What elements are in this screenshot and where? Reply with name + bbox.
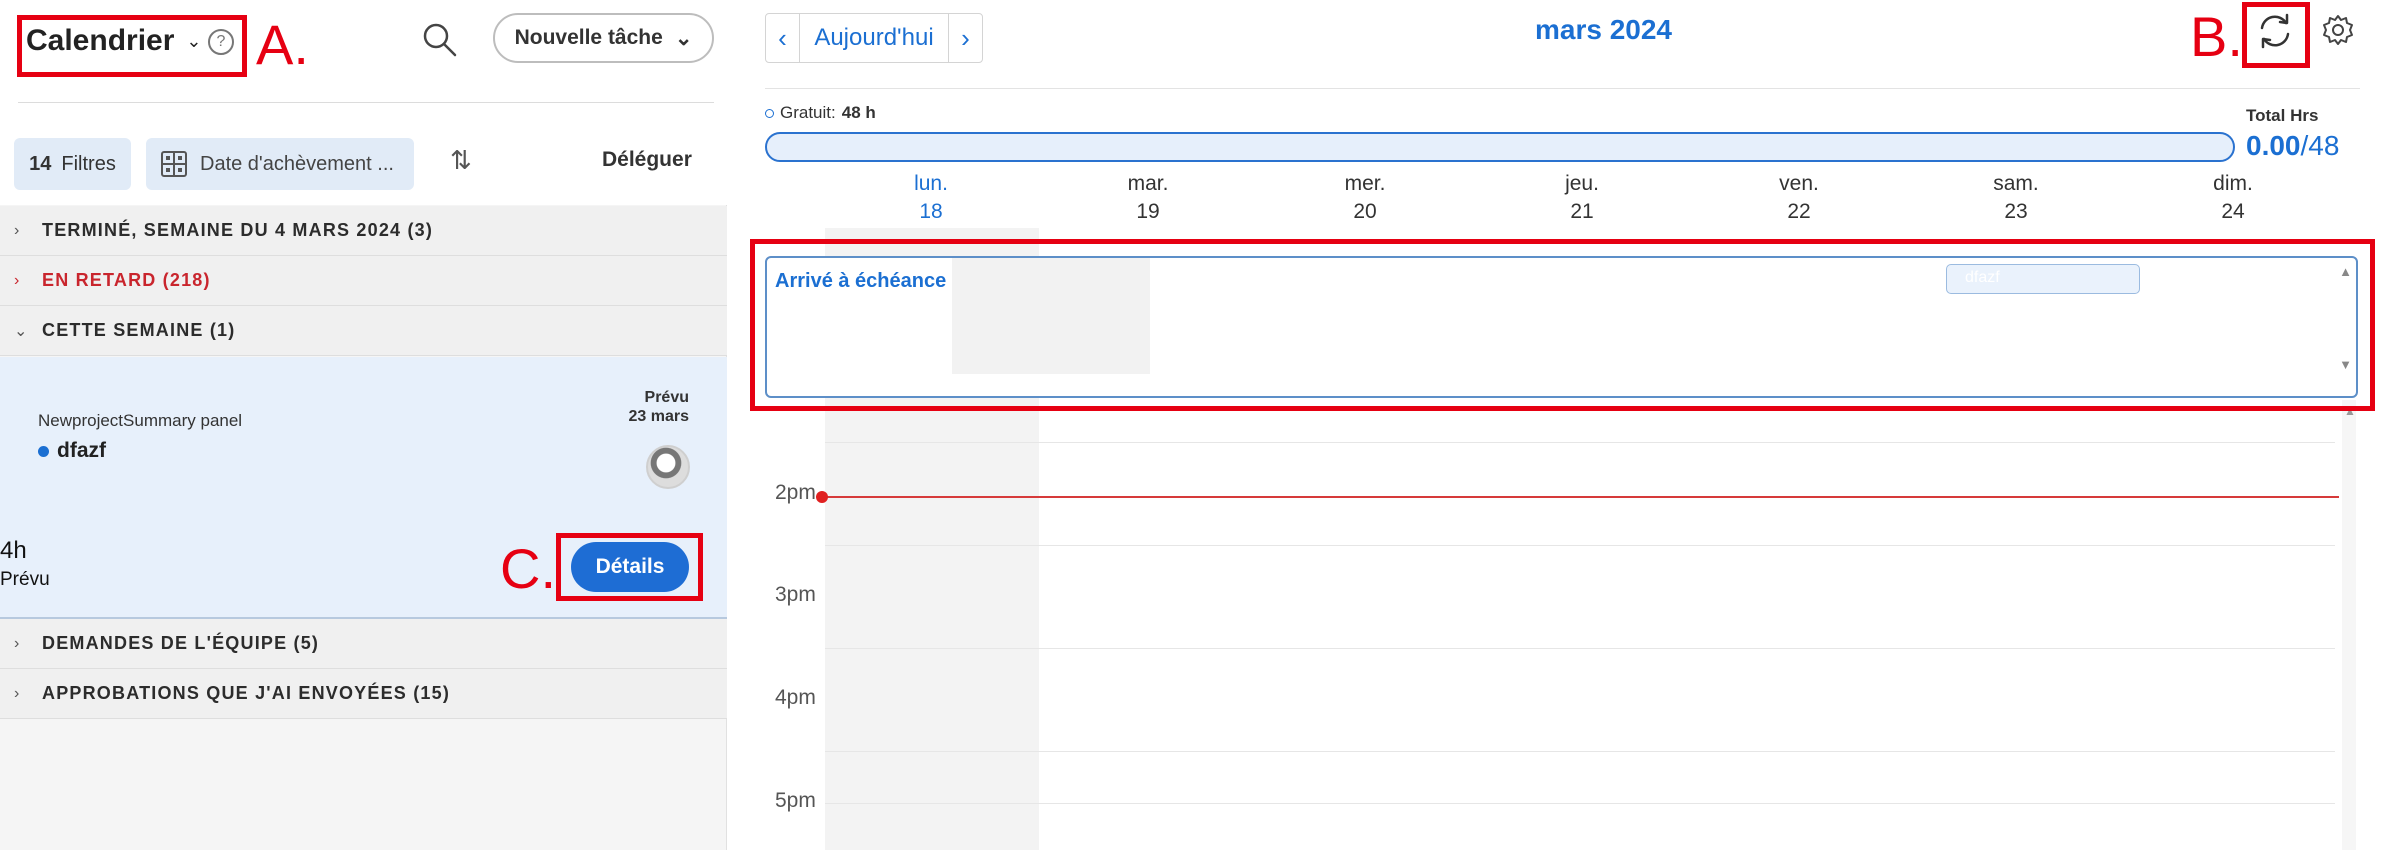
sort-field-label: Date d'achèvement ... [200, 152, 394, 175]
hour-line [825, 648, 2335, 649]
section-overdue-label: EN RETARD (218) [42, 270, 211, 290]
section-this-week[interactable]: ⌄ CETTE SEMAINE (1) [0, 306, 727, 356]
task-name-label: dfazf [57, 439, 106, 462]
capacity-text: Gratuit: [780, 103, 836, 122]
day-header-mon[interactable]: lun. 18 [823, 170, 1039, 226]
day-number: 18 [919, 200, 943, 223]
chevron-down-icon: ⌄ [674, 26, 693, 50]
section-overdue[interactable]: › EN RETARD (218) [0, 256, 727, 306]
section-team-requests[interactable]: › DEMANDES DE L'ÉQUIPE (5) [0, 619, 727, 669]
planned-hours: 4h [0, 537, 27, 564]
hour-label: 5pm [775, 789, 816, 812]
total-hrs-value: 0.00/48 [2246, 130, 2339, 162]
day-name: jeu. [1565, 172, 1599, 195]
day-name: mer. [1344, 172, 1386, 195]
header-divider [765, 88, 2360, 89]
day-header-fri[interactable]: ven. 22 [1691, 170, 1907, 226]
total-hrs-label: Total Hrs [2246, 106, 2319, 125]
status-dot-icon [38, 445, 49, 457]
day-header-thu[interactable]: jeu. 21 [1474, 170, 1690, 226]
day-name: sam. [1993, 172, 2039, 195]
day-number: 21 [1570, 200, 1594, 223]
hour-line [825, 803, 2335, 804]
new-task-button[interactable]: Nouvelle tâche ⌄ [493, 13, 714, 63]
filters-button[interactable]: 14 Filtres [14, 138, 131, 190]
section-this-week-label: CETTE SEMAINE (1) [42, 320, 236, 340]
chevron-down-icon: ⌄ [14, 322, 29, 340]
planned-date: 23 mars [628, 408, 690, 425]
day-name: mar. [1127, 172, 1169, 195]
next-week-button[interactable]: › [948, 14, 982, 62]
section-completed[interactable]: › TERMINÉ, SEMAINE DU 4 MARS 2024 (3) [0, 206, 727, 256]
annotation-box-c [556, 533, 703, 601]
date-navigation: ‹ Aujourd'hui › [765, 13, 983, 63]
day-name: lun. [914, 172, 948, 195]
circle-icon [765, 108, 774, 118]
hour-line [825, 751, 2335, 752]
annotation-box-due [750, 239, 2375, 411]
chevron-right-icon: › [14, 634, 21, 652]
header-divider [18, 102, 714, 103]
today-button[interactable]: Aujourd'hui [800, 24, 948, 52]
previous-week-button[interactable]: ‹ [766, 14, 800, 62]
capacity-label: Gratuit: 48 h [765, 103, 876, 123]
capacity-value: 48 h [841, 103, 876, 122]
planned-label: Prévu [644, 389, 689, 406]
chevron-right-icon: › [14, 271, 21, 289]
grid-scrollbar[interactable] [2342, 400, 2356, 850]
annotation-box-b [2242, 2, 2310, 68]
search-icon[interactable] [420, 20, 460, 60]
sort-field-button[interactable]: Date d'achèvement ... [146, 138, 414, 190]
annotation-label-b: B. [2190, 5, 2243, 68]
day-number: 19 [1136, 200, 1160, 223]
annotation-box-a [17, 15, 247, 77]
planned-hours-label: Prévu [0, 569, 50, 590]
section-team-requests-label: DEMANDES DE L'ÉQUIPE (5) [42, 633, 320, 653]
day-number: 24 [2221, 200, 2245, 223]
annotation-label-a: A. [256, 13, 309, 76]
task-project-name: NewprojectSummary panel [38, 411, 243, 430]
delegate-button[interactable]: Déléguer [602, 148, 692, 172]
task-sidebar: Calendrier ⌄ ? Nouvelle tâche ⌄ 14 Filtr… [0, 0, 727, 850]
chevron-right-icon: › [14, 221, 21, 239]
gear-icon[interactable] [2320, 12, 2356, 48]
day-number: 20 [1353, 200, 1377, 223]
total-hrs-used: 0.00 [2246, 130, 2301, 161]
grid-icon [161, 151, 187, 177]
day-header-wed[interactable]: mer. 20 [1257, 170, 1473, 226]
day-name: dim. [2213, 172, 2253, 195]
day-name: ven. [1779, 172, 1819, 195]
filters-label: Filtres [61, 152, 116, 175]
capacity-bar [765, 132, 2235, 162]
day-header-sat[interactable]: sam. 23 [1908, 170, 2124, 226]
section-approvals-sent-label: APPROBATIONS QUE J'AI ENVOYÉES (15) [42, 683, 451, 703]
section-approvals-sent[interactable]: › APPROBATIONS QUE J'AI ENVOYÉES (15) [0, 669, 727, 719]
avatar[interactable] [646, 445, 690, 489]
hour-line [825, 545, 2335, 546]
day-header-tue[interactable]: mar. 19 [1040, 170, 1256, 226]
hour-label: 2pm [775, 481, 816, 504]
day-header-sun[interactable]: dim. 24 [2125, 170, 2341, 226]
filters-count: 14 [29, 152, 52, 175]
current-time-dot [816, 491, 828, 503]
current-time-line [822, 496, 2339, 498]
sort-direction-icon[interactable]: ⇅ [450, 145, 472, 176]
chevron-right-icon: › [14, 684, 21, 702]
month-title: mars 2024 [1535, 14, 1673, 45]
hour-label: 3pm [775, 583, 816, 606]
day-number: 22 [1787, 200, 1811, 223]
annotation-label-c: C. [500, 537, 556, 600]
hour-line [825, 442, 2335, 443]
new-task-label: Nouvelle tâche [514, 26, 663, 49]
total-hrs-capacity: /48 [2300, 130, 2340, 161]
hour-label: 4pm [775, 686, 816, 709]
day-number: 23 [2004, 200, 2028, 223]
task-name[interactable]: dfazf [38, 439, 106, 463]
section-completed-label: TERMINÉ, SEMAINE DU 4 MARS 2024 (3) [42, 220, 434, 240]
